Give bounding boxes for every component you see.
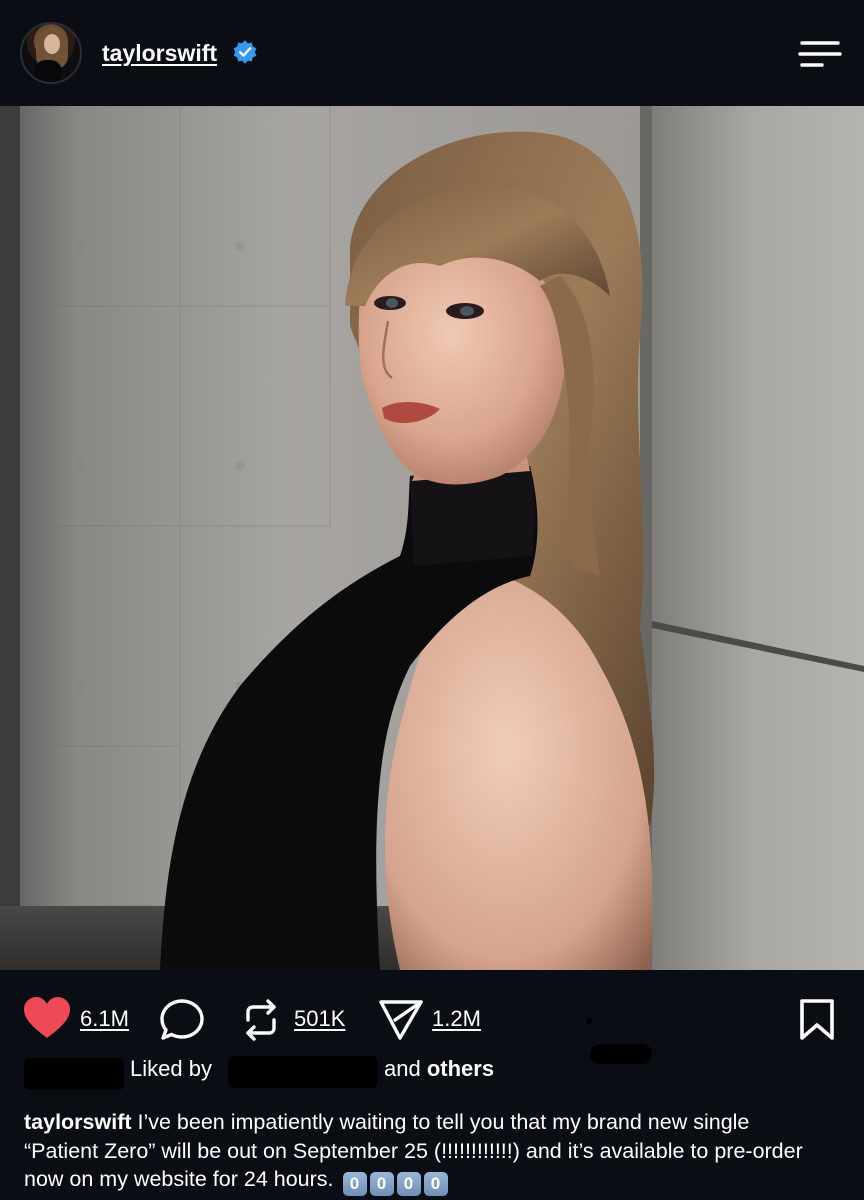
repost-count[interactable]: 501K	[294, 1006, 345, 1032]
username-link[interactable]: taylorswift	[102, 40, 217, 67]
liked-by-label: Liked by	[130, 1056, 212, 1081]
post-header: taylorswift	[0, 0, 864, 106]
post-actions: 6.1M 501K 1.2M Liked by and others taylo…	[0, 970, 864, 1200]
like-count[interactable]: 6.1M	[80, 1006, 129, 1032]
keycap-zero-1: 0	[342, 1172, 367, 1196]
caption-username[interactable]: taylorswift	[24, 1110, 132, 1134]
avatar[interactable]	[20, 22, 82, 84]
post-image[interactable]	[0, 106, 864, 970]
redaction-dot	[586, 1018, 592, 1024]
post-photo	[0, 106, 864, 970]
redacted-username	[228, 1056, 378, 1088]
keycap-zero-3: 0	[396, 1172, 421, 1196]
comment-icon[interactable]	[160, 998, 206, 1042]
heart-icon[interactable]	[22, 996, 72, 1040]
share-icon[interactable]	[378, 998, 424, 1042]
repost-icon[interactable]	[240, 998, 282, 1042]
and-others-label[interactable]: and others	[384, 1056, 494, 1082]
post-caption: taylorswift I’ve been impatiently waitin…	[24, 1108, 824, 1196]
avatar-body	[34, 60, 62, 82]
bookmark-icon[interactable]	[798, 998, 836, 1042]
share-count[interactable]: 1.2M	[432, 1006, 481, 1032]
verified-badge-icon	[233, 40, 257, 64]
and-text: and	[384, 1056, 421, 1081]
redacted-avatars	[24, 1058, 124, 1090]
avatar-face	[44, 34, 60, 54]
menu-icon[interactable]	[796, 38, 842, 70]
others-link[interactable]: others	[427, 1056, 494, 1081]
liked-by-line: Liked by and others	[24, 1056, 844, 1090]
keycap-zero-2: 0	[369, 1172, 394, 1196]
keycap-zero-4: 0	[423, 1172, 448, 1196]
